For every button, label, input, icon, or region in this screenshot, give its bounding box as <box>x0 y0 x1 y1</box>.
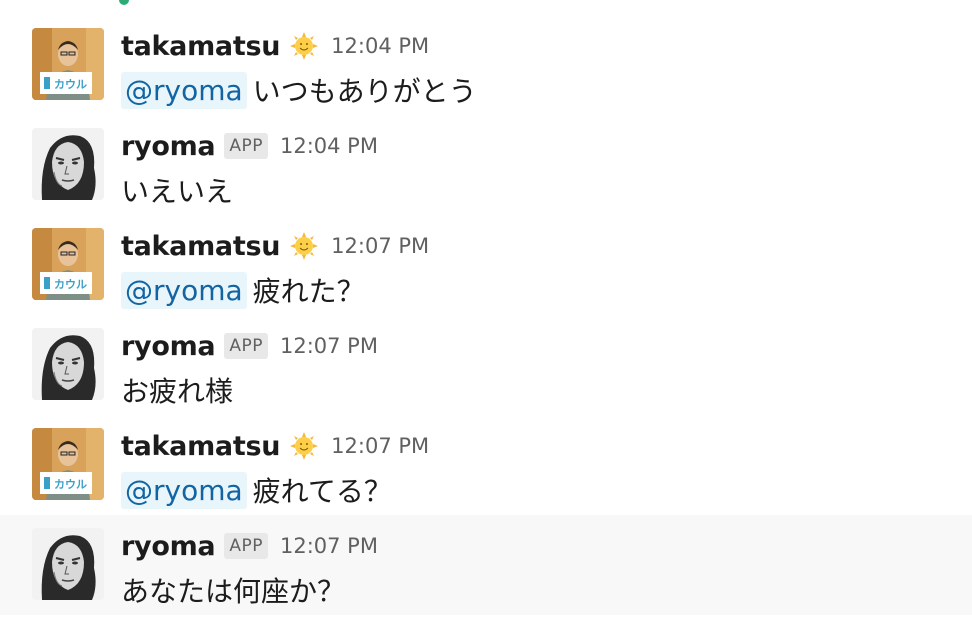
message-timestamp[interactable]: 12:07 PM <box>280 534 378 558</box>
user-avatar[interactable]: カウル <box>32 428 104 500</box>
message-item[interactable]: ryoma APP 12:07 PM あなたは何座か？ <box>0 515 972 615</box>
message-item[interactable]: カウル takamatsu 12:07 P <box>0 215 972 315</box>
sun-with-face-icon[interactable] <box>289 431 319 461</box>
message-text: お疲れ様 <box>121 375 234 408</box>
message-timestamp[interactable]: 12:04 PM <box>280 134 378 158</box>
message-header: takamatsu 12:04 PM <box>121 28 429 64</box>
message-body: あなたは何座か？ <box>121 570 345 610</box>
message-text: いえいえ <box>121 175 234 208</box>
message-item[interactable]: ryoma APP 12:07 PM お疲れ様 <box>0 315 972 415</box>
message-list: カウル takamatsu 12:04 PM @ryoma いつもありがとう r… <box>0 15 972 615</box>
author-name[interactable]: ryoma <box>121 531 216 562</box>
app-badge: APP <box>224 333 268 359</box>
author-name[interactable]: takamatsu <box>121 431 280 462</box>
message-timestamp[interactable]: 12:07 PM <box>280 334 378 358</box>
message-item[interactable]: カウル takamatsu 12:07 P <box>0 415 972 515</box>
message-body: @ryoma 疲れてる？ <box>121 470 392 510</box>
message-body: @ryoma いつもありがとう <box>121 70 477 110</box>
message-body: お疲れ様 <box>121 370 233 410</box>
message-header: takamatsu 12:07 PM <box>121 228 429 264</box>
user-mention[interactable]: @ryoma <box>121 71 247 109</box>
app-badge: APP <box>224 133 268 159</box>
avatar-sign-text: カウル <box>54 478 87 491</box>
user-avatar[interactable]: カウル <box>32 28 104 100</box>
presence-indicator <box>119 0 129 5</box>
message-text: 疲れた？ <box>252 275 365 308</box>
message-timestamp[interactable]: 12:07 PM <box>331 434 429 458</box>
message-timestamp[interactable]: 12:07 PM <box>331 234 429 258</box>
sun-with-face-icon[interactable] <box>289 231 319 261</box>
message-header: ryoma APP 12:07 PM <box>121 528 378 564</box>
avatar-sign-text: カウル <box>54 78 87 91</box>
user-avatar[interactable] <box>32 328 104 400</box>
author-name[interactable]: takamatsu <box>121 31 280 62</box>
message-body: いえいえ <box>121 170 233 210</box>
user-mention[interactable]: @ryoma <box>121 471 247 509</box>
message-text: 疲れてる？ <box>252 475 392 508</box>
message-body: @ryoma 疲れた？ <box>121 270 365 310</box>
avatar-sign-text: カウル <box>54 278 87 291</box>
message-text: あなたは何座か？ <box>121 575 346 608</box>
message-item[interactable]: カウル takamatsu 12:04 PM @ryoma いつもありがとう <box>0 15 972 115</box>
message-header: ryoma APP 12:07 PM <box>121 328 378 364</box>
user-avatar[interactable] <box>32 128 104 200</box>
message-text: いつもありがとう <box>252 75 477 108</box>
message-header: takamatsu 12:07 PM <box>121 428 429 464</box>
user-avatar[interactable]: カウル <box>32 228 104 300</box>
user-mention[interactable]: @ryoma <box>121 271 247 309</box>
message-timestamp[interactable]: 12:04 PM <box>331 34 429 58</box>
author-name[interactable]: takamatsu <box>121 231 280 262</box>
user-avatar[interactable] <box>32 528 104 600</box>
author-name[interactable]: ryoma <box>121 331 216 362</box>
message-header: ryoma APP 12:04 PM <box>121 128 378 164</box>
app-badge: APP <box>224 533 268 559</box>
author-name[interactable]: ryoma <box>121 131 216 162</box>
sun-with-face-icon[interactable] <box>289 31 319 61</box>
message-item[interactable]: ryoma APP 12:04 PM いえいえ <box>0 115 972 215</box>
